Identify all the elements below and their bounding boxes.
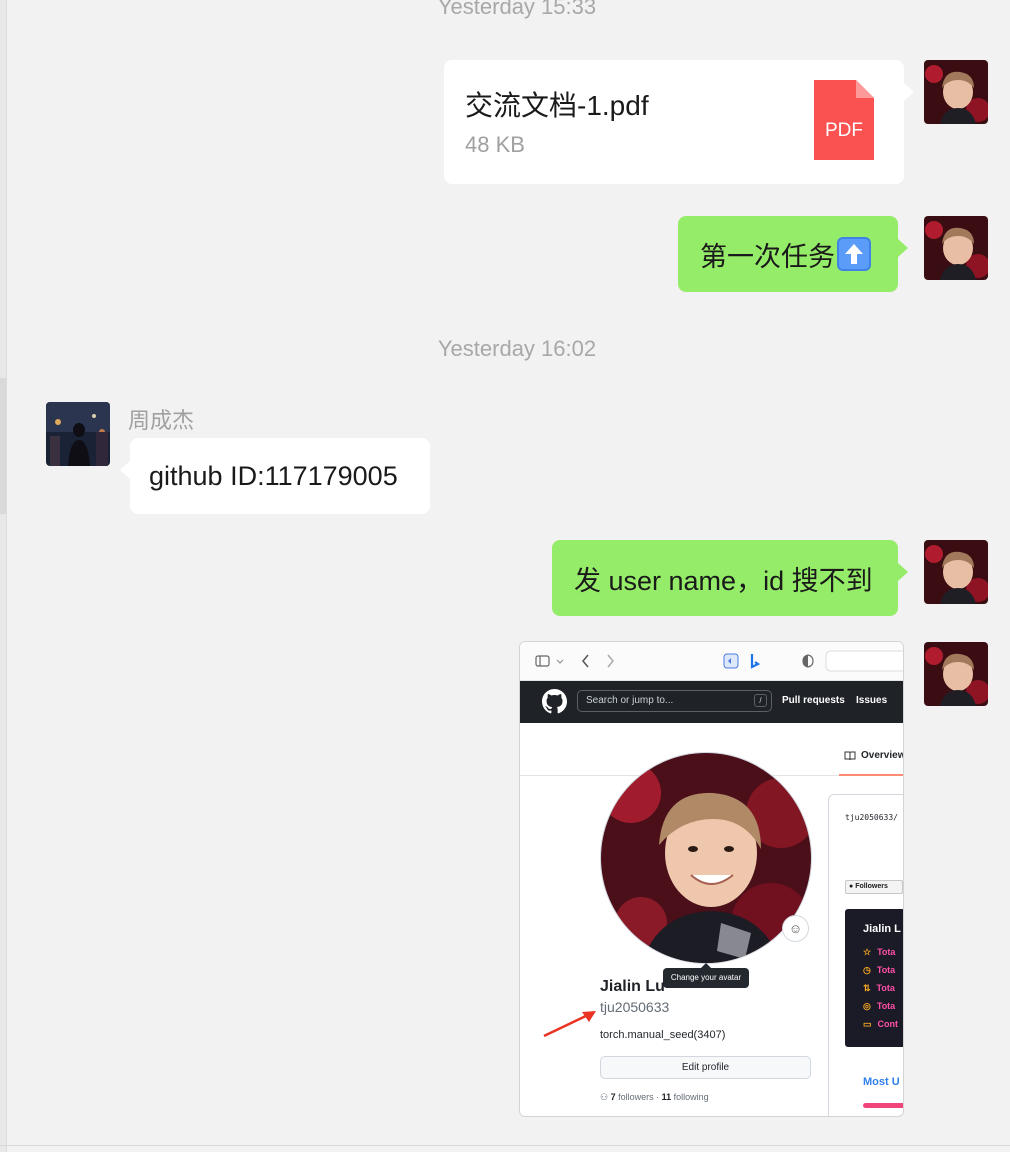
- image-message[interactable]: Search or jump to... / Pull requests Iss…: [519, 641, 904, 1117]
- stat-row: ◷ Tota: [863, 965, 896, 975]
- browser-toolbar: [520, 642, 903, 681]
- file-name: 交流文档-1.pdf: [465, 90, 649, 121]
- pdf-icon-label: PDF: [825, 120, 863, 141]
- clock-icon: ◷: [863, 965, 871, 975]
- pull-request-icon: ⇅: [863, 983, 871, 993]
- stats-title: Jialin L: [863, 923, 901, 935]
- self-avatar[interactable]: [924, 642, 988, 706]
- set-status-smiley-icon[interactable]: ☺: [782, 915, 809, 942]
- github-logo-icon[interactable]: [542, 689, 567, 714]
- followers-count: 7: [610, 1092, 616, 1102]
- github-navbar: Search or jump to... / Pull requests Iss…: [520, 681, 903, 723]
- followers-badge-label: Followers: [855, 883, 888, 890]
- people-icon: ⚇: [600, 1092, 609, 1102]
- github-search-input[interactable]: Search or jump to... /: [577, 690, 772, 712]
- message-bubble[interactable]: 第一次任务: [678, 216, 898, 292]
- nav-issues[interactable]: Issues: [856, 695, 887, 706]
- profile-username: tju2050633: [600, 999, 670, 1015]
- edit-profile-button[interactable]: Edit profile: [600, 1056, 811, 1079]
- stat-row: ☆ Tota: [863, 947, 896, 957]
- profile-bio: torch.manual_seed(3407): [600, 1029, 726, 1041]
- bubble-tail: [904, 83, 914, 101]
- tab-overview[interactable]: Overview: [861, 750, 903, 761]
- follow-stats[interactable]: ⚇ 7 followers · 11 following: [600, 1092, 709, 1103]
- profile-avatar[interactable]: [600, 752, 812, 964]
- bubble-tail: [898, 239, 908, 257]
- self-avatar[interactable]: [924, 216, 988, 280]
- readme-panel: tju2050633/ ● Followers Jialin L ☆ Tota ◷…: [828, 794, 903, 1116]
- message-bubble[interactable]: github ID:117179005: [130, 438, 430, 514]
- self-avatar[interactable]: [924, 60, 988, 124]
- following-label: following: [673, 1092, 709, 1102]
- message-text: 第一次任务: [700, 241, 835, 272]
- timestamp: Yesterday 15:33: [437, 0, 597, 19]
- readme-repo-path: tju2050633/: [845, 813, 898, 822]
- nav-pull-requests[interactable]: Pull requests: [782, 695, 845, 706]
- issue-icon: ◎: [863, 1001, 871, 1011]
- github-mini-icon: ●: [849, 883, 854, 890]
- profile-full-name: Jialin Lu: [600, 978, 665, 995]
- sender-name: 周成杰: [128, 408, 195, 433]
- pdf-file-icon: PDF: [814, 80, 874, 160]
- book-icon: [844, 751, 856, 761]
- stat-row: ◎ Tota: [863, 1001, 896, 1011]
- bubble-tail: [898, 563, 908, 581]
- message-text: github ID:117179005: [149, 460, 398, 491]
- message-text: 发 user name，id 搜不到: [574, 565, 873, 596]
- stat-row: ▭ Cont: [863, 1019, 899, 1029]
- bubble-tail: [120, 461, 130, 479]
- repo-icon: ▭: [863, 1019, 872, 1029]
- file-size: 48 KB: [465, 132, 525, 157]
- followers-label: followers: [618, 1092, 654, 1102]
- timestamp: Yesterday 16:02: [437, 336, 597, 361]
- following-count: 11: [661, 1092, 672, 1102]
- sidebar-edge: [0, 0, 7, 1152]
- file-message[interactable]: 交流文档-1.pdf 48 KB PDF: [444, 60, 904, 184]
- star-icon: ☆: [863, 947, 872, 957]
- browser-toolbar-icons: [535, 650, 903, 672]
- message-bubble[interactable]: 发 user name，id 搜不到: [552, 540, 898, 616]
- search-shortcut-key: /: [754, 694, 767, 707]
- tab-active-indicator: [839, 774, 903, 776]
- input-divider: [0, 1145, 1010, 1146]
- github-stats-card: Jialin L ☆ Tota ◷ Tota ⇅ Tota ◎ Tota ▭ Cont: [845, 909, 903, 1047]
- languages-bar: [863, 1103, 903, 1108]
- self-avatar[interactable]: [924, 540, 988, 604]
- up-arrow-emoji-icon: [837, 237, 871, 271]
- sidebar-edge-highlight: [0, 378, 6, 514]
- search-placeholder: Search or jump to...: [586, 695, 674, 706]
- stat-row: ⇅ Tota: [863, 983, 895, 993]
- followers-badge[interactable]: ● Followers: [845, 880, 903, 894]
- change-avatar-tooltip: Change your avatar: [663, 963, 749, 988]
- red-arrow-annotation-icon: [543, 1011, 596, 1038]
- contact-avatar[interactable]: [46, 402, 110, 466]
- most-used-languages-title: Most U: [863, 1076, 900, 1088]
